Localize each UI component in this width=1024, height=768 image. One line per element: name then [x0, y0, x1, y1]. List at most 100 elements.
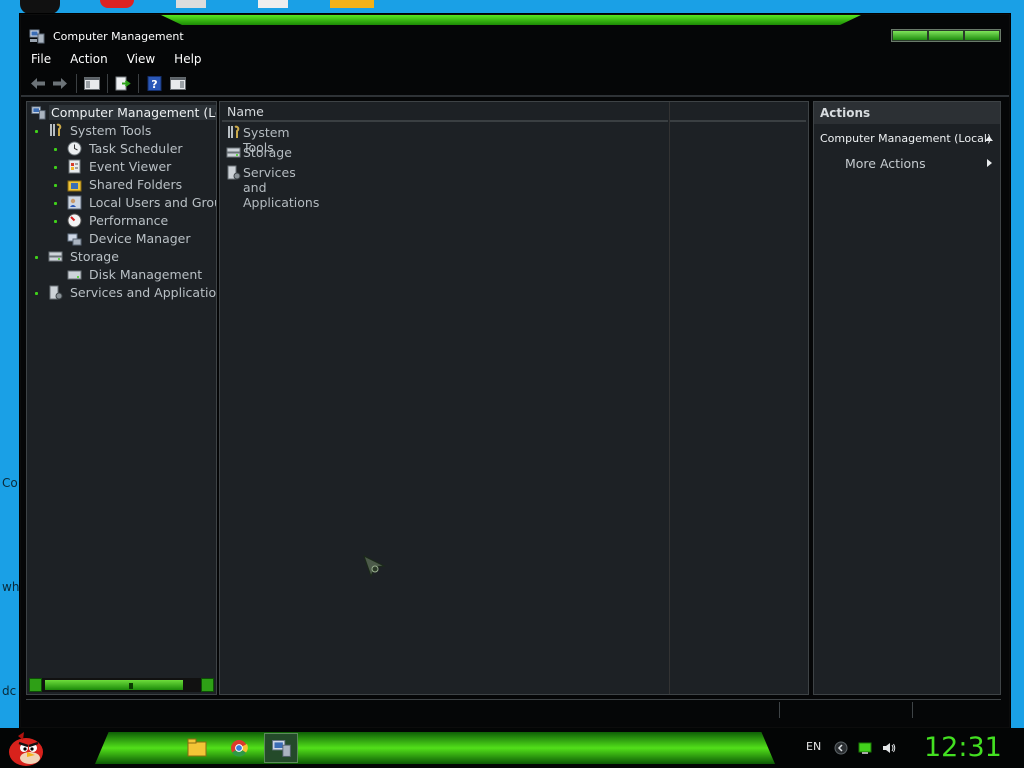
- chrome-icon[interactable]: [222, 733, 256, 763]
- scroll-right-button[interactable]: [201, 678, 214, 692]
- status-segment: [779, 702, 780, 718]
- status-segment: [912, 702, 913, 718]
- status-bar: [26, 699, 1001, 720]
- toolbar-separator: [138, 74, 139, 93]
- shared-folders-icon: [67, 180, 82, 192]
- toolbar: ?: [21, 71, 1009, 95]
- minimize-button[interactable]: [893, 31, 927, 40]
- export-list-icon[interactable]: [114, 75, 132, 92]
- users-icon: [67, 195, 82, 210]
- svg-text:?: ?: [151, 78, 157, 91]
- tree-horizontal-scrollbar[interactable]: [29, 678, 214, 692]
- desktop-icon-fragment: [176, 0, 206, 8]
- more-actions-item[interactable]: More Actions: [845, 156, 926, 171]
- tree-item-label: Device Manager: [89, 231, 191, 246]
- mouse-cursor-icon: [363, 555, 386, 578]
- title-bar[interactable]: Computer Management: [21, 27, 1009, 49]
- taskbar: EN 12:31: [0, 728, 1024, 768]
- list-item-label: Storage: [243, 145, 292, 160]
- event-viewer-icon: [68, 159, 81, 174]
- desktop-icon-label-3[interactable]: dc: [2, 684, 16, 698]
- performance-icon: [67, 213, 82, 228]
- list-item-label: Services and Applications: [243, 165, 320, 210]
- computer-management-icon: [29, 29, 45, 44]
- menu-bar: File Action View Help: [21, 49, 1009, 69]
- show-hide-console-tree-icon[interactable]: [83, 75, 101, 92]
- toolbar-separator: [107, 74, 108, 93]
- submenu-arrow-icon[interactable]: [986, 158, 994, 168]
- tree-item-label: Performance: [89, 213, 169, 228]
- tools-icon: [228, 125, 240, 138]
- action-center-icon[interactable]: [858, 741, 872, 755]
- console-tree-pane[interactable]: Computer Management (Local) System Tools…: [26, 101, 217, 695]
- show-hide-action-pane-icon[interactable]: [169, 75, 187, 92]
- tree-root-label: Computer Management (Local): [49, 105, 216, 120]
- help-icon[interactable]: ?: [146, 75, 164, 92]
- forward-icon[interactable]: [51, 75, 69, 92]
- tools-icon: [50, 123, 62, 136]
- toolbar-separator: [76, 74, 77, 93]
- menu-help[interactable]: Help: [164, 49, 210, 69]
- scroll-grip: [129, 683, 133, 689]
- window-title: Computer Management: [53, 30, 184, 43]
- start-button-angry-bird-icon[interactable]: [6, 728, 46, 768]
- language-indicator[interactable]: EN: [806, 740, 821, 753]
- window-controls: [891, 29, 1001, 42]
- device-manager-icon: [67, 233, 82, 246]
- tree-item-label: Storage: [70, 249, 119, 264]
- desktop-icon-fragment: [258, 0, 288, 8]
- tree-item-label: Event Viewer: [89, 159, 172, 174]
- menu-file[interactable]: File: [21, 49, 60, 69]
- tree-item-label: Shared Folders: [89, 177, 183, 192]
- services-icon: [227, 165, 241, 180]
- clock[interactable]: 12:31: [924, 732, 1002, 763]
- expand-bullet[interactable]: [35, 130, 38, 133]
- expand-bullet[interactable]: [35, 256, 38, 259]
- desktop-icon-fragment: [100, 0, 134, 8]
- tree-item-label: Disk Management: [89, 267, 203, 282]
- back-icon[interactable]: [29, 75, 47, 92]
- scroll-thumb[interactable]: [45, 680, 183, 690]
- actions-header-label: Actions: [820, 106, 871, 120]
- computer-management-taskbar-icon[interactable]: [264, 733, 298, 763]
- clock-icon: [67, 141, 82, 156]
- expand-bullet[interactable]: [54, 166, 57, 169]
- computer-management-window: Computer Management File Action View Hel…: [20, 14, 1010, 728]
- scroll-left-button[interactable]: [29, 678, 42, 692]
- desktop-icon-fragment: [20, 0, 60, 14]
- expand-bullet[interactable]: [54, 220, 57, 223]
- desktop-icon-label-1[interactable]: Co: [2, 476, 18, 490]
- menu-view[interactable]: View: [117, 49, 164, 69]
- volume-icon[interactable]: [882, 741, 896, 755]
- desktop-icon-label-2[interactable]: wh: [2, 580, 19, 594]
- collapse-up-icon[interactable]: [984, 134, 994, 142]
- menu-action[interactable]: Action: [60, 49, 117, 69]
- show-hidden-icons-icon[interactable]: [834, 741, 848, 755]
- expand-bullet[interactable]: [54, 202, 57, 205]
- column-header-empty[interactable]: [670, 102, 806, 122]
- column-header-name[interactable]: Name: [222, 102, 668, 122]
- maximize-button[interactable]: [929, 31, 963, 40]
- tree-item-label: Services and Applications: [70, 285, 217, 300]
- expand-bullet[interactable]: [54, 184, 57, 187]
- expand-bullet[interactable]: [54, 148, 57, 151]
- close-button[interactable]: [965, 31, 999, 40]
- toolbar-divider: [21, 95, 1009, 97]
- window-top-glow: [161, 15, 861, 25]
- file-explorer-icon[interactable]: [180, 733, 214, 763]
- desktop-icon-fragment: [330, 0, 374, 8]
- actions-pane: Actions Computer Management (Local) More…: [813, 101, 1001, 695]
- tree-item-label: Task Scheduler: [89, 141, 183, 156]
- computer-management-icon: [31, 106, 46, 120]
- actions-section-title[interactable]: Computer Management (Local): [820, 132, 991, 145]
- column-divider: [669, 102, 670, 694]
- expand-bullet[interactable]: [35, 292, 38, 295]
- results-pane[interactable]: Name System Tools Storage Services and A…: [219, 101, 809, 695]
- storage-icon: [48, 251, 63, 262]
- system-tray: EN 12:31: [794, 728, 1024, 768]
- tree-item-label: Local Users and Groups: [89, 195, 216, 210]
- tree-item-label: System Tools: [70, 123, 152, 138]
- services-icon: [49, 285, 63, 300]
- disk-icon: [67, 270, 82, 280]
- actions-header: Actions: [814, 102, 1000, 124]
